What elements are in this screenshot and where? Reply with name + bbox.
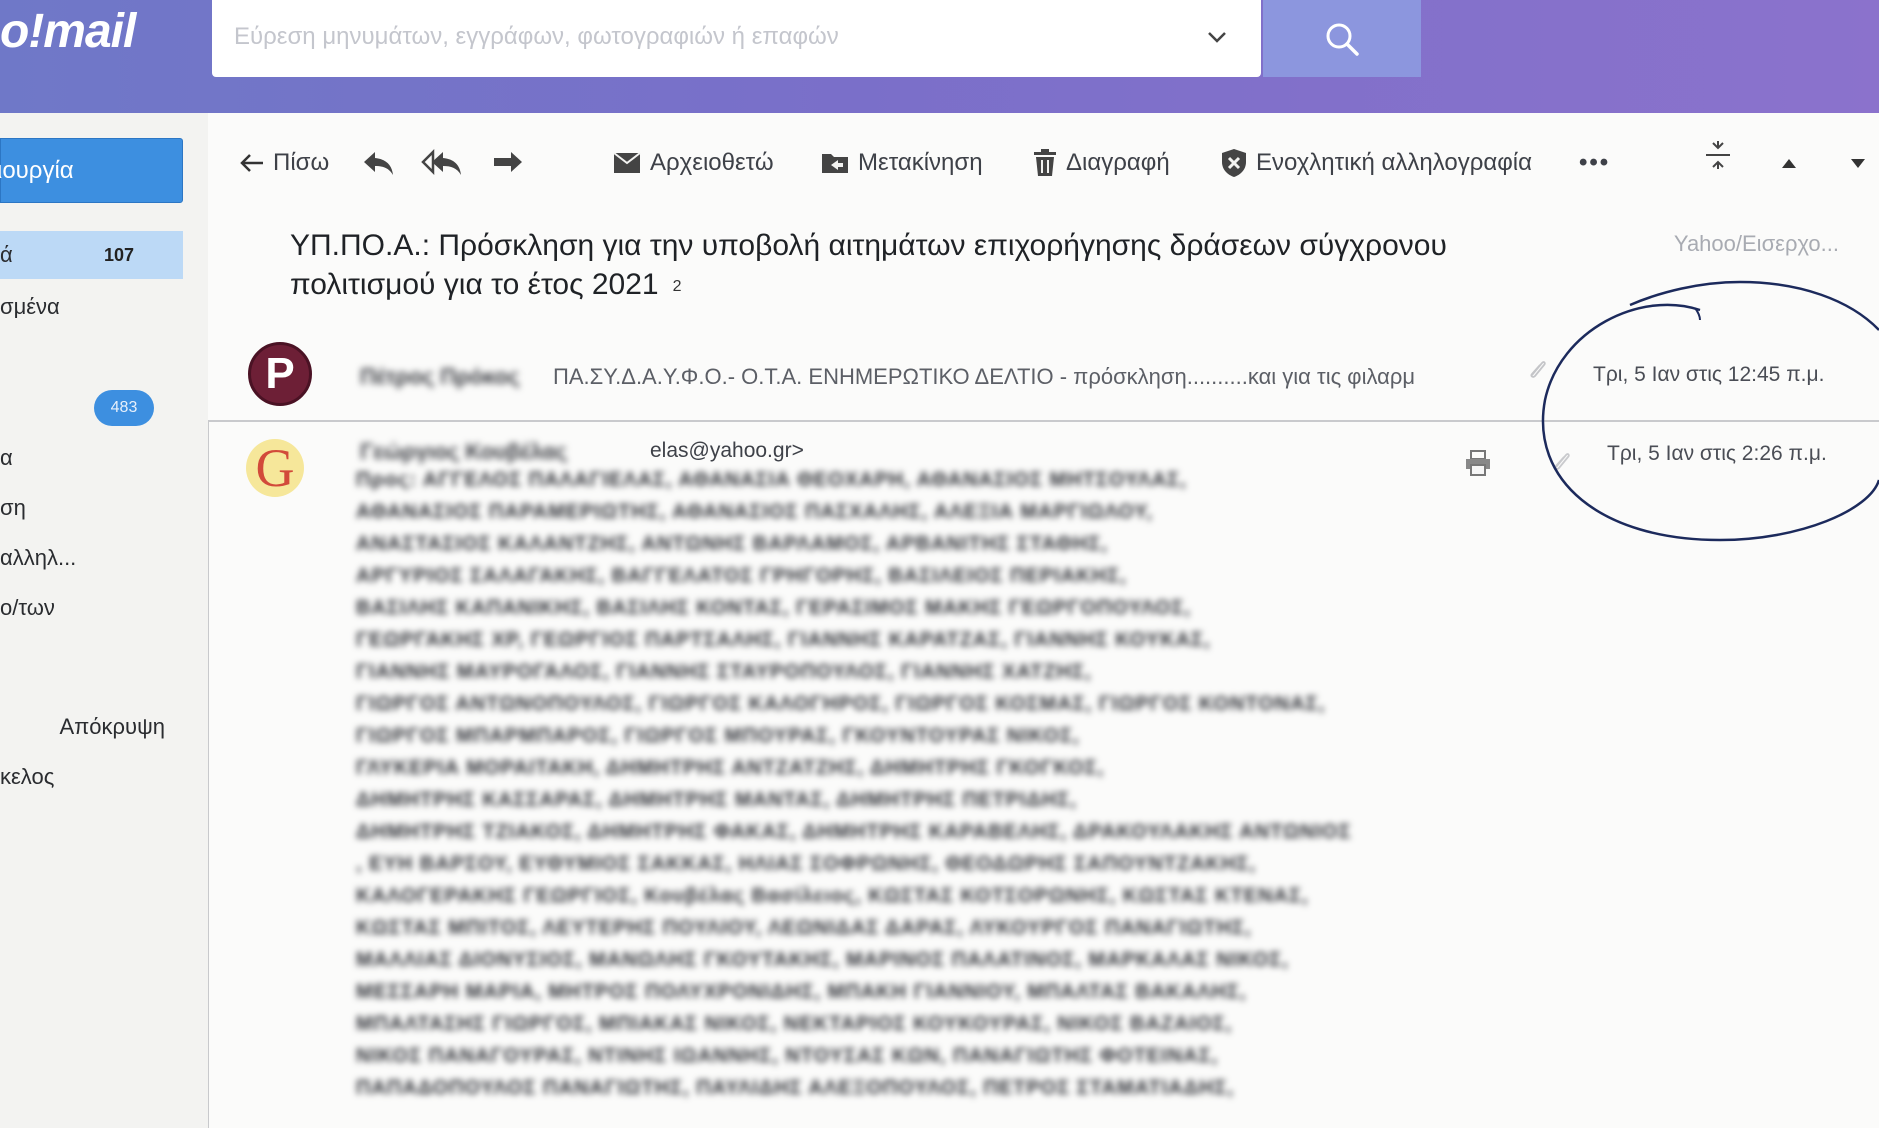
message-date: Τρι, 5 Ιαν στις 2:26 π.μ. <box>1607 442 1827 465</box>
sidebar-item-label: ση <box>0 495 26 520</box>
hide-label: Απόκρυψη <box>59 714 165 739</box>
message-subject: ΥΠ.ΠΟ.Α.: Πρόσκληση για την υποβολή αιτη… <box>290 226 1490 306</box>
recipient-line: Προς: ΑΓΓΕΛΟΣ ΠΑΛΑΓΙΕΛΑΣ, ΑΘΑΝΑΣΙΑ ΘΕΟΧΑ… <box>356 469 1187 491</box>
sidebar-item-inbox[interactable]: ά 107 <box>0 231 183 279</box>
sidebar-item-label: σμένα <box>0 294 60 319</box>
more-actions-button[interactable]: ••• <box>1579 143 1610 183</box>
message-date: Τρι, 5 Ιαν στις 12:45 π.μ. <box>1593 363 1825 386</box>
recipient-line: ΓΙΩΡΓΟΣ ΜΠΑΡΜΠΑΡΟΣ, ΓΙΩΡΓΟΣ ΜΠΟΥΡΑΣ, ΓΚΟ… <box>356 725 1080 747</box>
search-box[interactable] <box>212 0 1261 77</box>
sidebar-item-deleted[interactable]: ο/των <box>0 584 183 632</box>
arrow-left-icon <box>240 154 263 172</box>
recipient-line: ΒΑΣΙΛΗΣ ΚΑΠΑΝΙΚΗΣ, ΒΑΣΙΛΗΣ ΚΟΝΤΑΣ, ΓΕΡΑΣ… <box>356 597 1191 619</box>
recipient-line: ΑΡΓΥΡΙΟΣ ΣΑΛΑΓΑΚΗΣ, ΒΑΓΓΕΛΑΤΟΣ ΓΡΗΓΟΡΗΣ,… <box>356 565 1127 587</box>
recipient-line: ΑΝΑΣΤΑΣΙΟΣ ΚΑΛΑΝΤΖΗΣ, ΑΝΤΩΝΗΣ ΒΑΡΛΑΜΟΣ, … <box>356 533 1108 555</box>
recipient-line: ΜΑΛΛΙΑΣ ΔΙΟΝΥΣΙΟΣ, ΜΑΝΩΛΗΣ ΓΚΟΥΤΑΚΗΣ, ΜΑ… <box>356 949 1289 971</box>
divider <box>208 420 1879 422</box>
trash-icon <box>1034 149 1056 176</box>
collapse-icon <box>1706 141 1730 169</box>
thread-count: 2 <box>672 277 682 295</box>
expand-collapse-button[interactable] <box>1704 135 1732 175</box>
compose-button[interactable]: ιουργία <box>0 138 183 203</box>
subject-text: ΥΠ.ΠΟ.Α.: Πρόσκληση για την υποβολή αιτη… <box>290 229 1447 301</box>
search-input[interactable] <box>232 14 1166 60</box>
folder-breadcrumb[interactable]: Yahoo/Εισερχο... <box>1674 231 1839 257</box>
previous-message-button[interactable] <box>1779 143 1799 183</box>
recipient-line: ΓΙΑΝΝΗΣ ΜΑΥΡΟΓΑΛΟΣ, ΓΙΑΝΝΗΣ ΣΤΑΥΡΟΠΟΥΛΟΣ… <box>356 661 1092 683</box>
recipient-line: ΠΑΠΑΔΟΠΟΥΛΟΣ ΠΑΝΑΓΙΩΤΗΣ, ΠΑΥΛΙΔΗΣ ΑΛΕΞΟΠ… <box>356 1077 1235 1099</box>
folder-move-icon <box>822 154 848 173</box>
spam-label: Ενοχλητική αλληλογραφία <box>1256 149 1532 176</box>
reply-all-icon <box>421 148 461 176</box>
sidebar-item-unread[interactable]: σμένα <box>0 283 183 331</box>
sidebar: ιουργία ά 107 σμένα 483 α ση αλληλ... ο/… <box>0 113 200 1128</box>
spam-button[interactable]: Ενοχλητική αλληλογραφία <box>1220 143 1532 183</box>
sidebar-item-label: α <box>0 445 13 470</box>
forward-button[interactable] <box>491 143 525 183</box>
recipient-line: ΔΗΜΗΤΡΗΣ ΚΑΣΣΑΡΑΣ, ΔΗΜΗΤΡΗΣ ΜΑΝΤΑΣ, ΔΗΜΗ… <box>356 789 1077 811</box>
recipient-line: ΜΠΑΛΤΑΣΗΣ ΓΙΩΡΓΟΣ, ΜΠΙΑΚΑΣ ΝΙΚΟΣ, ΝΕΚΤΑΡ… <box>356 1013 1233 1035</box>
recipient-line: ΝΙΚΟΣ ΠΑΝΑΓΟΥΡΑΣ, ΝΤΙΝΗΣ ΙΩΑΝΝΗΣ, ΝΤΟΥΣΑ… <box>356 1045 1219 1067</box>
message-view: Πίσω Αρχειοθετώ Μετακίνηση Διαγραφή Ενοχ… <box>208 113 1879 1128</box>
avatar: P <box>248 342 312 406</box>
sidebar-item-folder[interactable]: κελος <box>0 753 183 801</box>
sidebar-item-sent[interactable]: α <box>0 434 183 482</box>
sidebar-item-label: αλληλ... <box>0 545 77 570</box>
recipient-line: ΚΩΣΤΑΣ ΜΠΙΤΟΣ, ΛΕΥΤΕΡΗΣ ΠΟΥΛΙΟΥ, ΛΕΩΝΙΔΑ… <box>356 917 1252 939</box>
count-badge: 483 <box>94 390 154 426</box>
paperclip-icon <box>1530 361 1546 378</box>
sender-name: Πέτρος Πρόκος <box>360 364 520 389</box>
message-toolbar: Πίσω Αρχειοθετώ Μετακίνηση Διαγραφή Ενοχ… <box>208 113 1879 208</box>
caret-up-icon <box>1782 159 1796 168</box>
recipient-line: ΓΕΩΡΓΑΚΗΣ ΧΡ, ΓΕΩΡΓΙΟΣ ΠΑΡΤΣΑΛΗΣ, ΓΙΑΝΝΗ… <box>356 629 1211 651</box>
delete-button[interactable]: Διαγραφή <box>1032 143 1170 183</box>
sender-name: Γεώργιος Κουβέλας <box>360 439 568 464</box>
sidebar-hide-toggle[interactable]: Απόκρυψη <box>0 703 183 751</box>
reply-button[interactable] <box>361 143 395 183</box>
avatar: G <box>246 438 304 498</box>
sidebar-item-label: ά <box>0 242 13 267</box>
archive-icon <box>613 152 641 173</box>
paperclip-icon <box>1554 453 1570 470</box>
chevron-down-icon[interactable] <box>1197 18 1237 58</box>
more-icon: ••• <box>1579 149 1611 176</box>
back-label: Πίσω <box>273 149 330 176</box>
compose-label: ιουργία <box>0 156 74 184</box>
sender-email: elas@yahoo.gr> <box>650 439 804 462</box>
sidebar-item-spam[interactable]: αλληλ... <box>0 534 183 582</box>
recipient-line: ΓΛΥΚΕΡΙΑ ΜΟΡΑΙΤΑΚΗ, ΔΗΜΗΤΡΗΣ ΑΝΤΖΑΤΖΗΣ, … <box>356 757 1105 779</box>
search-icon <box>1326 23 1359 56</box>
recipient-line: ΓΙΩΡΓΟΣ ΑΝΤΩΝΟΠΟΥΛΟΣ, ΓΙΩΡΓΟΣ ΚΑΛΟΓΗΡΟΣ,… <box>356 693 1326 715</box>
divider <box>208 420 209 1128</box>
archive-label: Αρχειοθετώ <box>650 149 774 176</box>
back-button[interactable]: Πίσω <box>239 143 329 183</box>
caret-down-icon <box>1851 159 1865 168</box>
move-label: Μετακίνηση <box>858 149 983 176</box>
shield-icon <box>1222 149 1246 177</box>
recipient-line: ΑΘΑΝΑΣΙΟΣ ΠΑΡΑΜΕΡΙΩΤΗΣ, ΑΘΑΝΑΣΙΟΣ ΠΑΣΧΑΛ… <box>356 501 1153 523</box>
sidebar-item-label: ο/των <box>0 595 55 620</box>
reply-all-button[interactable] <box>421 143 463 183</box>
reply-icon <box>364 152 393 175</box>
recipient-line: ΚΑΛΟΓΕΡΑΚΗΣ ΓΕΩΡΓΙΟΣ, Κουβέλας Βασίλειος… <box>356 885 1309 907</box>
delete-label: Διαγραφή <box>1066 149 1170 176</box>
message-preview: ΠΑ.ΣΥ.Δ.Α.Υ.Φ.Ο.- Ο.Τ.Α. ΕΝΗΜΕΡΩΤΙΚΟ ΔΕΛ… <box>553 364 1416 389</box>
unread-count: 107 <box>104 244 135 265</box>
recipient-line: , ΕΥΗ ΒΑΡΣΟΥ, ΕΥΘΥΜΙΟΣ ΣΑΚΚΑΣ, ΗΛΙΑΣ ΣΟΦ… <box>356 853 1257 875</box>
app-logo[interactable]: o!mail <box>0 4 136 59</box>
sidebar-item-badge-row[interactable]: 483 <box>0 384 183 432</box>
archive-button[interactable]: Αρχειοθετώ <box>612 143 774 183</box>
sidebar-item-archive[interactable]: ση <box>0 484 183 532</box>
top-bar: o!mail <box>0 0 1879 113</box>
move-button[interactable]: Μετακίνηση <box>820 143 983 183</box>
next-message-button[interactable] <box>1848 143 1868 183</box>
print-icon[interactable] <box>1463 449 1493 477</box>
search-button[interactable] <box>1263 0 1421 77</box>
forward-icon <box>494 152 522 172</box>
recipient-line: ΔΗΜΗΤΡΗΣ ΤΖΙΑΚΟΣ, ΔΗΜΗΤΡΗΣ ΦΑΚΑΣ, ΔΗΜΗΤΡ… <box>356 821 1352 843</box>
sidebar-item-label: κελος <box>0 764 55 789</box>
recipient-line: ΜΕΣΣΑΡΗ ΜΑΡΙΑ, ΜΗΤΡΟΣ ΠΟΛΥΧΡΟΝΙΔΗΣ, ΜΠΑΚ… <box>356 981 1247 1003</box>
